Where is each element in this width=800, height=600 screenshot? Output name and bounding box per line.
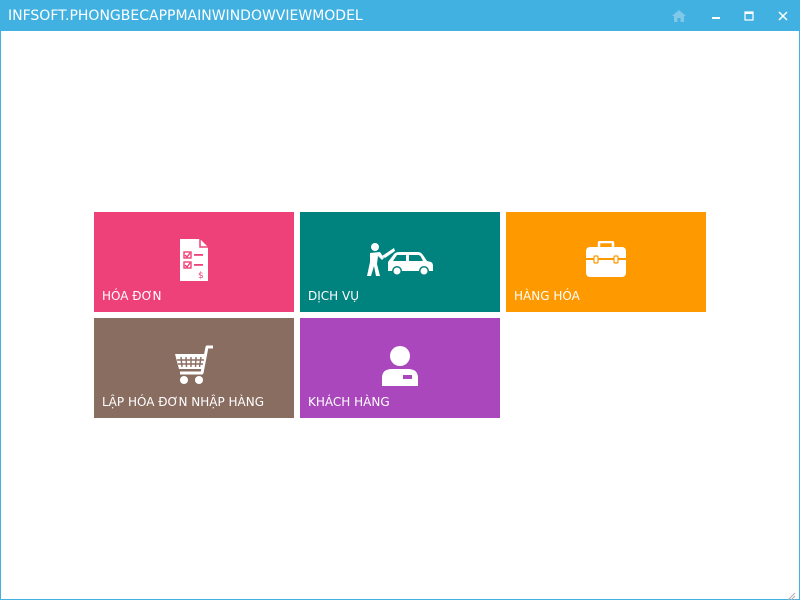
minimize-icon <box>711 11 721 21</box>
shopping-cart-icon <box>94 342 294 390</box>
car-repair-icon <box>300 236 500 284</box>
tile-hoa-don[interactable]: $ HÓA ĐƠN <box>94 212 294 312</box>
close-button[interactable] <box>771 5 795 27</box>
title-bar[interactable]: INFSOFT.PHONGBECAPPMAINWINDOWVIEWMODEL <box>1 1 799 31</box>
tile-label: DỊCH VỤ <box>308 289 359 303</box>
minimize-button[interactable] <box>704 5 728 27</box>
tile-hang-hoa[interactable]: HÀNG HÓA <box>506 212 706 312</box>
resize-grip[interactable] <box>786 586 796 600</box>
tile-dich-vu[interactable]: DỊCH VỤ <box>300 212 500 312</box>
home-button[interactable] <box>667 5 691 27</box>
tile-label: KHÁCH HÀNG <box>308 395 390 409</box>
main-window: INFSOFT.PHONGBECAPPMAINWINDOWVIEWMODEL $… <box>0 0 800 600</box>
tile-lap-hoa-don-nhap-hang[interactable]: LẬP HÓA ĐƠN NHẬP HÀNG <box>94 318 294 418</box>
tile-label: HÀNG HÓA <box>514 289 580 303</box>
svg-text:$: $ <box>198 271 204 281</box>
maximize-icon <box>744 11 754 21</box>
tile-label: HÓA ĐƠN <box>102 289 162 303</box>
tile-label: LẬP HÓA ĐƠN NHẬP HÀNG <box>102 395 265 409</box>
customer-icon <box>300 342 500 390</box>
close-icon <box>778 11 788 21</box>
toolbox-icon <box>506 236 706 284</box>
tile-khach-hang[interactable]: KHÁCH HÀNG <box>300 318 500 418</box>
invoice-icon: $ <box>94 236 294 284</box>
maximize-button[interactable] <box>737 5 761 27</box>
window-title: INFSOFT.PHONGBECAPPMAINWINDOWVIEWMODEL <box>8 8 363 24</box>
home-icon <box>671 9 687 23</box>
